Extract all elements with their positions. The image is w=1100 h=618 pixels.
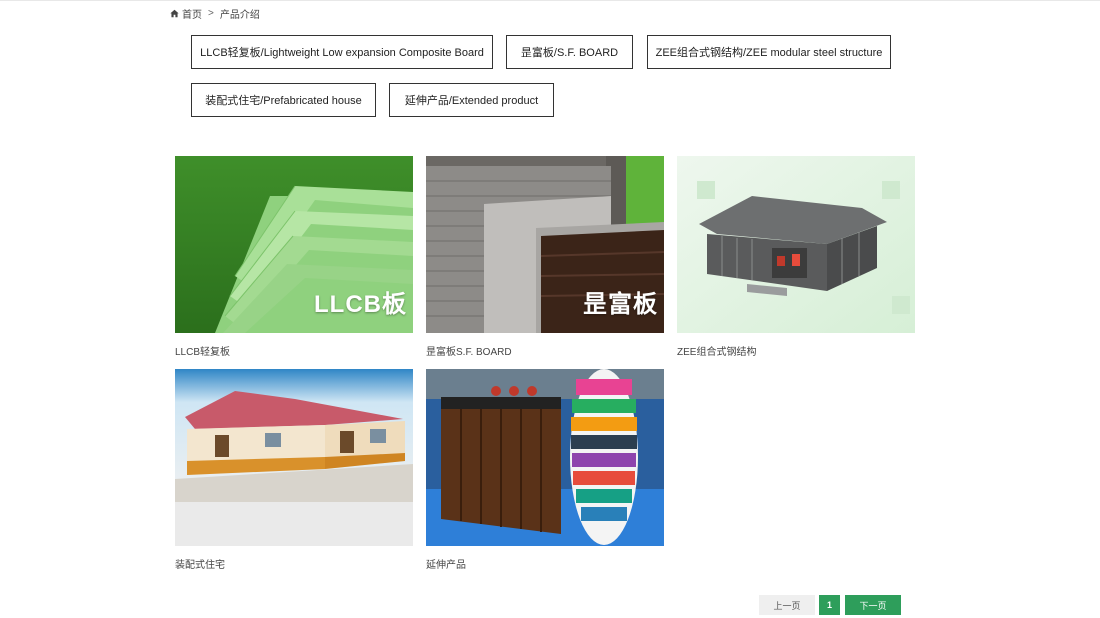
product-image-zee-steel[interactable]: [677, 156, 915, 333]
product-card-llcb[interactable]: LLCB板 LLCB轻复板: [175, 156, 413, 358]
product-overlay-text-llcb: LLCB板: [314, 291, 407, 318]
product-caption-prefab-house[interactable]: 装配式住宅: [175, 556, 225, 571]
product-caption-llcb[interactable]: LLCB轻复板: [175, 343, 230, 358]
category-button-prefab-house[interactable]: 装配式住宅/Prefabricated house: [191, 83, 376, 117]
pagination-page-1[interactable]: 1: [819, 595, 840, 615]
product-image-sf-board[interactable]: 昰富板: [426, 156, 664, 333]
category-button-sf-board[interactable]: 昰富板/S.F. BOARD: [506, 35, 633, 69]
home-icon: [170, 9, 179, 17]
category-button-zee-steel[interactable]: ZEE组合式钢结构/ZEE modular steel structure: [647, 35, 891, 69]
product-image-llcb[interactable]: LLCB板: [175, 156, 413, 333]
category-button-extended[interactable]: 延伸产品/Extended product: [389, 83, 554, 117]
breadcrumb: 首页 > 产品介绍: [170, 6, 260, 21]
product-caption-sf-board[interactable]: 昰富板S.F. BOARD: [426, 343, 512, 358]
product-card-extended[interactable]: 延伸产品: [426, 369, 664, 571]
breadcrumb-separator: >: [208, 7, 214, 19]
category-button-llcb[interactable]: LLCB轻复板/Lightweight Low expansion Compos…: [191, 35, 493, 69]
product-image-prefab-house[interactable]: [175, 369, 413, 546]
breadcrumb-current: 产品介绍: [219, 9, 260, 21]
pagination-next-button[interactable]: 下一页: [845, 595, 901, 615]
product-card-sf-board[interactable]: 昰富板 昰富板S.F. BOARD: [426, 156, 664, 358]
product-card-zee-steel[interactable]: ZEE组合式钢结构: [677, 156, 915, 358]
top-divider: [0, 0, 1100, 1]
product-overlay-text-sf-board: 昰富板: [583, 291, 658, 318]
product-caption-zee-steel[interactable]: ZEE组合式钢结构: [677, 343, 756, 358]
product-caption-extended[interactable]: 延伸产品: [426, 556, 466, 571]
pagination-prev-button[interactable]: 上一页: [759, 595, 815, 615]
product-image-extended[interactable]: [426, 369, 664, 546]
breadcrumb-home-link[interactable]: 首页: [182, 6, 202, 21]
product-card-prefab-house[interactable]: 装配式住宅: [175, 369, 413, 571]
